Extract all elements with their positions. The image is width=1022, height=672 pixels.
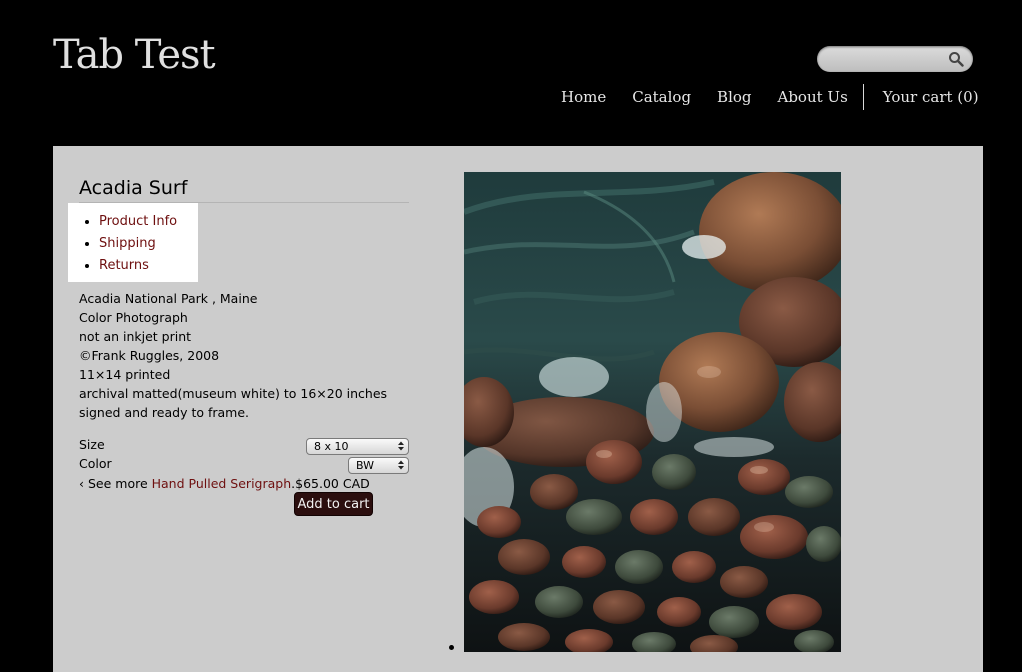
- nav-about-us[interactable]: About Us: [765, 88, 861, 106]
- tab-returns: Returns: [99, 255, 198, 277]
- add-to-cart-button[interactable]: Add to cart: [294, 492, 373, 516]
- search-input[interactable]: [829, 49, 944, 69]
- site-title[interactable]: Tab Test: [53, 30, 216, 80]
- description-line: ©Frank Ruggles, 2008: [79, 348, 220, 363]
- search-box[interactable]: [817, 46, 973, 72]
- search-icon[interactable]: [948, 51, 964, 67]
- product-photo: [464, 172, 841, 652]
- updown-arrows-icon: [398, 441, 404, 451]
- tab-product-info-link[interactable]: Product Info: [99, 214, 177, 229]
- product-panel: Acadia Surf Product Info Shipping Return…: [53, 146, 983, 672]
- tab-returns-link[interactable]: Returns: [99, 258, 149, 273]
- nav-cart[interactable]: Your cart (0): [870, 88, 992, 106]
- nav-divider: [862, 84, 864, 110]
- tab-shipping-link[interactable]: Shipping: [99, 236, 156, 251]
- description-line: not an inkjet print: [79, 329, 192, 344]
- product-description: Acadia National Park , Maine Color Photo…: [79, 289, 387, 422]
- color-label: Color: [79, 456, 112, 471]
- tab-product-info: Product Info: [99, 211, 198, 233]
- nav-catalog[interactable]: Catalog: [619, 88, 704, 106]
- image-bullet: [449, 645, 454, 650]
- description-line: 11×14 printed: [79, 367, 171, 382]
- see-more-link[interactable]: Hand Pulled Serigraph: [152, 476, 292, 491]
- tab-shipping: Shipping: [99, 233, 198, 255]
- color-select[interactable]: BW: [348, 457, 409, 474]
- product-price: $65.00 CAD: [295, 476, 370, 491]
- size-select-value: 8 x 10: [314, 440, 349, 453]
- nav-blog[interactable]: Blog: [704, 88, 764, 106]
- main-nav: Home Catalog Blog About Us Your cart (0): [548, 84, 992, 110]
- color-select-value: BW: [356, 459, 375, 472]
- size-select[interactable]: 8 x 10: [306, 438, 409, 455]
- product-title: Acadia Surf: [79, 176, 409, 203]
- nav-home[interactable]: Home: [548, 88, 619, 106]
- updown-arrows-icon: [398, 460, 404, 470]
- see-more-line: ‹ See more Hand Pulled Serigraph.$65.00 …: [79, 475, 370, 493]
- see-more-prefix: ‹ See more: [79, 476, 152, 491]
- product-tabs: Product Info Shipping Returns: [68, 203, 198, 282]
- description-line: Acadia National Park , Maine: [79, 291, 258, 306]
- description-line: signed and ready to frame.: [79, 405, 250, 420]
- description-line: Color Photograph: [79, 310, 188, 325]
- description-line: archival matted(museum white) to 16×20 i…: [79, 386, 388, 401]
- size-label: Size: [79, 437, 105, 452]
